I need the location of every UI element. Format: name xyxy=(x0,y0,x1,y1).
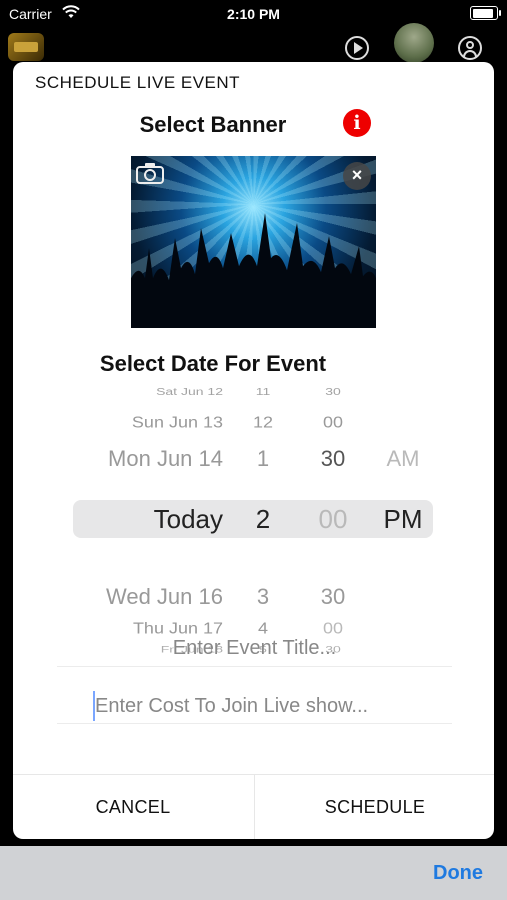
picker-date: Sat Jun 12 xyxy=(156,386,223,398)
date-time-picker[interactable]: Sat Jun 12 11 30 Sun Jun 13 12 00 Mon Ju… xyxy=(73,380,433,654)
picker-minute: 00 xyxy=(318,504,348,534)
modal-title: SCHEDULE LIVE EVENT xyxy=(35,73,241,92)
info-icon[interactable]: i xyxy=(343,109,371,137)
cancel-button[interactable]: CANCEL xyxy=(13,775,253,839)
picker-minute: 30 xyxy=(325,386,341,398)
picker-minute: 30 xyxy=(320,584,346,609)
picker-date: Mon Jun 14 xyxy=(108,446,223,471)
picker-minute: 00 xyxy=(322,414,344,431)
select-date-heading: Select Date For Event xyxy=(99,351,327,376)
modal-footer: CANCEL SCHEDULE xyxy=(13,774,494,839)
app-logo xyxy=(8,33,44,61)
crowd-silhouette xyxy=(131,212,376,328)
picker-minute: 30 xyxy=(320,446,346,471)
camera-icon[interactable] xyxy=(135,161,165,185)
status-bar: Carrier 2:10 PM xyxy=(0,0,507,28)
schedule-event-modal: SCHEDULE LIVE EVENT Select Banner i × Se… xyxy=(13,62,494,839)
cost-input[interactable]: Enter Cost To Join Live show... xyxy=(57,688,452,724)
text-caret xyxy=(93,691,95,721)
close-icon[interactable]: × xyxy=(343,162,371,190)
battery-icon xyxy=(470,6,501,20)
play-icon[interactable] xyxy=(345,36,369,60)
event-title-input[interactable]: Enter Event Title... xyxy=(57,630,452,667)
picker-ampm: PM xyxy=(383,504,423,534)
avatar[interactable] xyxy=(394,23,434,63)
picker-hour: 1 xyxy=(256,446,270,471)
picker-hour: 2 xyxy=(255,504,271,534)
picker-hour: 11 xyxy=(255,386,271,398)
schedule-button[interactable]: SCHEDULE xyxy=(254,775,494,839)
keyboard-toolbar: Done xyxy=(0,846,507,900)
picker-hour: 3 xyxy=(256,584,270,609)
clock: 2:10 PM xyxy=(227,6,280,22)
picker-ampm: AM xyxy=(386,446,420,471)
picker-date: Wed Jun 16 xyxy=(105,584,223,609)
profile-icon[interactable] xyxy=(458,36,482,60)
done-button[interactable]: Done xyxy=(433,846,483,900)
cost-placeholder: Enter Cost To Join Live show... xyxy=(95,695,369,717)
picker-date: Sun Jun 13 xyxy=(131,414,223,431)
banner-image[interactable]: × xyxy=(131,156,376,328)
picker-hour: 12 xyxy=(252,414,274,431)
picker-date: Today xyxy=(153,504,223,534)
